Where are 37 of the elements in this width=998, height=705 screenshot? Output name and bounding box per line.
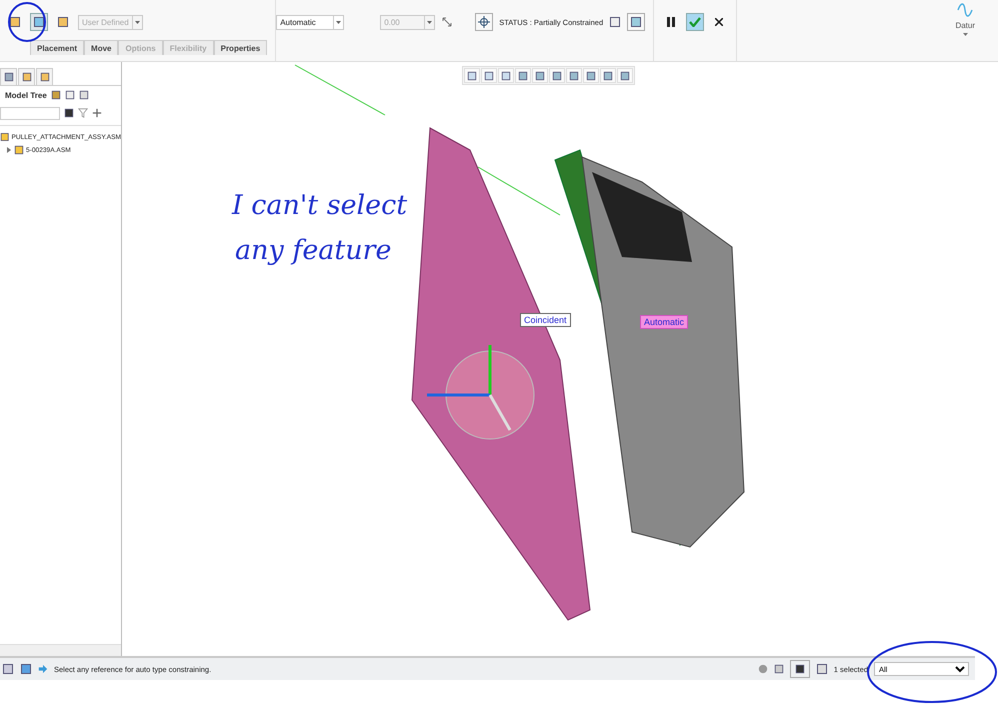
caret-icon[interactable] <box>962 33 968 36</box>
panel-tab[interactable] <box>36 68 53 85</box>
scrollbar[interactable] <box>0 644 121 656</box>
flip-arrow-icon <box>441 16 454 28</box>
datum-label[interactable]: Datur <box>955 21 975 30</box>
handwritten-note: any feature <box>235 235 392 266</box>
panel-tab[interactable] <box>0 68 17 85</box>
tab[interactable]: Move <box>84 40 118 55</box>
window-icon <box>609 16 622 28</box>
wave-icon <box>957 2 974 18</box>
panel-tab[interactable] <box>18 68 35 85</box>
view-button[interactable] <box>627 13 646 31</box>
close-icon <box>715 18 724 26</box>
panel-title: Model Tree <box>5 90 47 100</box>
tab[interactable]: Properties <box>214 40 268 55</box>
pause-icon <box>667 17 676 27</box>
handwritten-note: I can't select <box>232 190 408 221</box>
window-icon <box>630 16 642 28</box>
stop-icon <box>758 664 768 674</box>
caret-icon <box>336 20 342 24</box>
expand-icon[interactable] <box>6 147 12 153</box>
check-icon <box>689 17 702 27</box>
caret-icon <box>427 20 432 24</box>
ok-button[interactable] <box>686 13 704 31</box>
constraint-label[interactable]: Coincident <box>520 313 571 327</box>
caret-icon <box>135 20 140 24</box>
find-button[interactable] <box>790 660 810 678</box>
square-icon <box>33 16 45 28</box>
tab[interactable]: Placement <box>30 40 84 55</box>
arrow-icon <box>38 664 48 674</box>
crosshair-button[interactable] <box>475 13 494 31</box>
crosshair-icon <box>478 16 490 28</box>
constraint-label[interactable]: Automatic <box>640 315 688 329</box>
constraint-mode-dropdown[interactable]: Automatic <box>276 14 344 30</box>
search-field[interactable] <box>0 106 60 120</box>
plus-icon <box>92 108 102 118</box>
filter-icon <box>78 108 88 118</box>
